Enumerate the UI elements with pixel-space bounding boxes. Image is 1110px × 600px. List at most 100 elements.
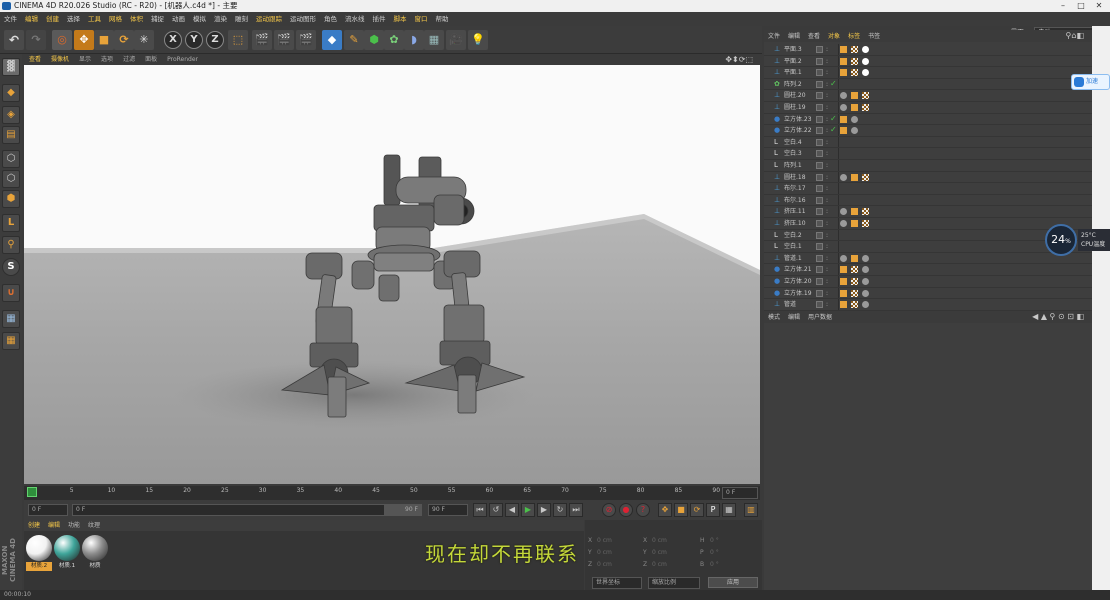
- material-tag-icon[interactable]: [851, 57, 858, 65]
- material-tag-icon[interactable]: [851, 173, 858, 181]
- object-row[interactable]: L 阵列.1:: [764, 160, 1092, 172]
- current-frame-field[interactable]: 0 F: [722, 487, 758, 499]
- material-tag-icon[interactable]: [851, 104, 858, 111]
- render-settings-icon[interactable]: 🎬: [296, 30, 316, 50]
- viewport-menu-cameras[interactable]: 摄像机: [46, 54, 74, 65]
- menu-animate[interactable]: 动画: [168, 12, 189, 26]
- visibility-dots-icon[interactable]: :: [826, 114, 828, 125]
- obj-search-icon[interactable]: ⚲⌂◧: [1062, 30, 1089, 42]
- material-tag-icon[interactable]: [840, 57, 847, 65]
- camera-icon[interactable]: 🎥: [446, 30, 466, 50]
- material-tag-icon[interactable]: [851, 208, 858, 216]
- material-tag-icon[interactable]: [851, 127, 858, 135]
- timeline-playhead[interactable]: [27, 487, 37, 497]
- undo-icon[interactable]: ↶: [4, 30, 24, 50]
- layer-toggle-icon[interactable]: [816, 220, 823, 227]
- visibility-dots-icon[interactable]: :: [826, 160, 828, 171]
- material-tag-icon[interactable]: [862, 289, 869, 297]
- object-row[interactable]: ● 立方体.19:: [764, 287, 1092, 300]
- material-swatch[interactable]: [82, 535, 108, 561]
- material-tag-icon[interactable]: [851, 289, 858, 297]
- material-menu-create[interactable]: 创建: [24, 520, 44, 531]
- menu-snap[interactable]: 捕捉: [147, 12, 168, 26]
- polygons-mode-icon[interactable]: ⬢: [2, 190, 20, 208]
- layer-toggle-icon[interactable]: [816, 301, 823, 309]
- material-tag-icon[interactable]: [840, 173, 847, 181]
- visibility-dots-icon[interactable]: :: [826, 172, 828, 183]
- viewport-menu-prorender[interactable]: ProRender: [162, 54, 203, 65]
- enabled-check-icon[interactable]: ✓: [830, 78, 837, 89]
- object-row[interactable]: ⊥ 平面.1:: [764, 67, 1092, 79]
- viewport-menu-filter[interactable]: 过滤: [118, 54, 140, 65]
- menu-simulate[interactable]: 模拟: [189, 12, 210, 26]
- material-tag-icon[interactable]: [862, 104, 869, 111]
- floor-icon[interactable]: ▦: [424, 30, 444, 50]
- size-value[interactable]: 0 cm: [652, 561, 667, 568]
- start-frame-field[interactable]: 0 F: [28, 504, 68, 516]
- material-tag-icon[interactable]: [851, 254, 858, 262]
- world-coords-select[interactable]: 世界坐标: [592, 577, 642, 589]
- material-tag-icon[interactable]: [851, 69, 858, 77]
- object-row[interactable]: ● 立方体.21:: [764, 264, 1092, 276]
- object-row[interactable]: ✿ 阵列.2: ✓: [764, 78, 1092, 91]
- object-row[interactable]: ⊥ 布尔.17:: [764, 183, 1092, 195]
- material-tag-icon[interactable]: [851, 266, 858, 274]
- attr-nav-icons[interactable]: ◀ ▲ ⚲ ⊙ ⊡ ◧: [1028, 311, 1088, 323]
- layer-toggle-icon[interactable]: [816, 69, 823, 77]
- object-row[interactable]: L 空白.4:: [764, 136, 1092, 149]
- make-editable-icon[interactable]: ▓: [2, 58, 20, 76]
- material-tag-icon[interactable]: [862, 301, 869, 309]
- menu-mesh[interactable]: 网格: [105, 12, 126, 26]
- material-tag-icon[interactable]: [840, 266, 847, 274]
- material-tag-icon[interactable]: [840, 46, 847, 53]
- edges-mode-icon[interactable]: ⬡: [2, 170, 20, 188]
- tweak-icon[interactable]: ⚲: [2, 236, 20, 254]
- obj-menu-bookmarks[interactable]: 书签: [864, 31, 884, 43]
- rotation-value[interactable]: 0 °: [710, 549, 719, 556]
- rotation-value[interactable]: 0 °: [710, 561, 719, 568]
- autokey-icon[interactable]: ●: [619, 503, 633, 517]
- live-select-icon[interactable]: ◎: [52, 30, 72, 50]
- material-tag-icon[interactable]: [862, 278, 869, 285]
- menu-pipeline[interactable]: 流水线: [341, 12, 369, 26]
- visibility-dots-icon[interactable]: :: [826, 67, 828, 78]
- texture-mode-icon[interactable]: ◈: [2, 106, 20, 124]
- material-tag-icon[interactable]: [851, 278, 858, 285]
- object-row[interactable]: ⊥ 挤压.11:: [764, 206, 1092, 218]
- material-tag-icon[interactable]: [840, 69, 847, 77]
- key-parameter-icon[interactable]: P: [706, 503, 720, 517]
- layer-toggle-icon[interactable]: [816, 162, 823, 169]
- object-row[interactable]: ● 立方体.23: ✓: [764, 113, 1092, 126]
- array-icon[interactable]: ✿: [384, 30, 404, 50]
- material-tag-icon[interactable]: [862, 173, 869, 181]
- scale-mode-select[interactable]: 缩放比例: [648, 577, 700, 589]
- layer-toggle-icon[interactable]: [816, 254, 823, 262]
- prev-frame-icon[interactable]: ◀: [505, 503, 519, 517]
- light-icon[interactable]: 💡: [468, 30, 488, 50]
- material-swatch[interactable]: [26, 535, 52, 561]
- object-row[interactable]: ● 立方体.22: ✓: [764, 125, 1092, 137]
- object-row[interactable]: L 空白.1:: [764, 241, 1092, 253]
- visibility-dots-icon[interactable]: :: [826, 264, 828, 275]
- visibility-dots-icon[interactable]: :: [826, 218, 828, 229]
- planar-workplane-icon[interactable]: ▦: [2, 332, 20, 350]
- move-icon[interactable]: ✥: [74, 30, 94, 50]
- layer-toggle-icon[interactable]: [816, 173, 823, 181]
- visibility-dots-icon[interactable]: :: [826, 183, 828, 194]
- frame-range-slider[interactable]: 0 F: [72, 504, 422, 516]
- menu-script[interactable]: 脚本: [390, 12, 411, 26]
- visibility-dots-icon[interactable]: :: [826, 90, 828, 101]
- layer-toggle-icon[interactable]: [816, 196, 823, 204]
- material-tag-icon[interactable]: [840, 104, 847, 111]
- visibility-dots-icon[interactable]: :: [826, 253, 828, 264]
- size-value[interactable]: 0 cm: [652, 537, 667, 544]
- scheme-icon[interactable]: ▥: [744, 503, 758, 517]
- menu-window[interactable]: 窗口: [411, 12, 432, 26]
- enabled-check-icon[interactable]: ✓: [830, 113, 837, 124]
- material-tag-icon[interactable]: [840, 289, 847, 297]
- subdivision-icon[interactable]: ⬢: [364, 30, 384, 50]
- material-tag-icon[interactable]: [840, 254, 847, 262]
- layer-toggle-icon[interactable]: [816, 80, 823, 88]
- object-row[interactable]: ⊥ 平面.2:: [764, 55, 1092, 68]
- scale-icon[interactable]: ■: [94, 30, 114, 50]
